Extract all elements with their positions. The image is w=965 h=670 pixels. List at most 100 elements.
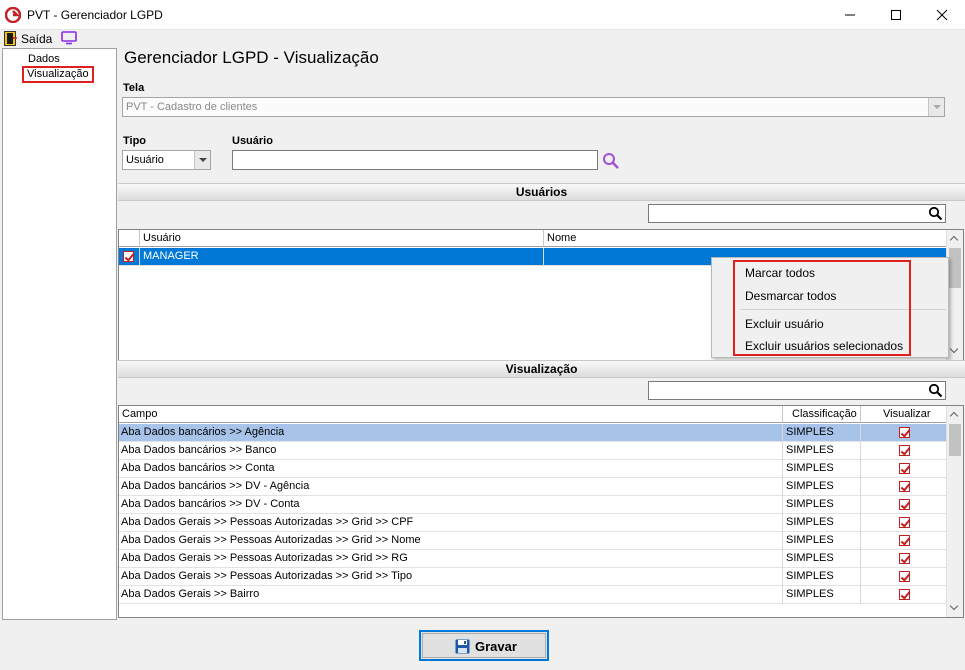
page-title: Gerenciador LGPD - Visualização: [124, 48, 379, 67]
header-visualizar[interactable]: Visualizar: [861, 406, 948, 423]
context-menu: Marcar todos Desmarcar todos Excluir usu…: [711, 257, 949, 358]
table-row[interactable]: Aba Dados Gerais >> Pessoas Autorizadas …: [119, 514, 948, 532]
visualizar-checkbox[interactable]: [899, 463, 910, 474]
row-classificacao: SIMPLES: [783, 550, 861, 568]
row-campo: Aba Dados bancários >> Agência: [119, 424, 783, 442]
visualizacao-grid-header: Campo Classificação Visualizar: [119, 406, 948, 423]
close-button[interactable]: [919, 0, 965, 30]
row-checkbox[interactable]: [123, 251, 134, 262]
visualizar-checkbox[interactable]: [899, 481, 910, 492]
usuarios-search-input[interactable]: [648, 204, 946, 223]
search-icon[interactable]: [602, 152, 620, 170]
minimize-icon: [845, 14, 855, 16]
header-campo[interactable]: Campo: [119, 406, 783, 423]
row-campo: Aba Dados Gerais >> Bairro: [119, 586, 783, 604]
row-visualizar-cell[interactable]: [861, 568, 948, 586]
visualizacao-grid: Campo Classificação Visualizar Aba Dados…: [118, 405, 964, 618]
row-campo: Aba Dados Gerais >> Pessoas Autorizadas …: [119, 568, 783, 586]
scroll-up-icon[interactable]: [947, 230, 963, 247]
header-nome[interactable]: Nome: [544, 230, 948, 247]
search-icon[interactable]: [928, 206, 943, 221]
row-usuario: MANAGER: [140, 248, 544, 266]
visualizar-checkbox[interactable]: [899, 445, 910, 456]
row-classificacao: SIMPLES: [783, 460, 861, 478]
table-row[interactable]: Aba Dados Gerais >> Pessoas Autorizadas …: [119, 550, 948, 568]
visualizar-checkbox[interactable]: [899, 499, 910, 510]
app-logo-icon: [5, 7, 21, 23]
scroll-up-icon[interactable]: [947, 406, 963, 423]
tela-select-value: PVT - Cadastro de clientes: [126, 101, 258, 113]
scroll-thumb[interactable]: [949, 424, 961, 456]
table-row[interactable]: Aba Dados bancários >> DV - Agência SIMPL…: [119, 478, 948, 496]
table-row[interactable]: Aba Dados Gerais >> Bairro SIMPLES: [119, 586, 948, 604]
tela-select[interactable]: PVT - Cadastro de clientes: [122, 97, 945, 117]
row-campo: Aba Dados Gerais >> Pessoas Autorizadas …: [119, 532, 783, 550]
usuarios-section-header: Usuários: [118, 183, 965, 201]
row-visualizar-cell[interactable]: [861, 514, 948, 532]
visualizar-checkbox[interactable]: [899, 553, 910, 564]
sidebar-item-visualizacao[interactable]: Visualização: [22, 66, 94, 83]
row-visualizar-cell[interactable]: [861, 586, 948, 604]
table-row[interactable]: Aba Dados Gerais >> Pessoas Autorizadas …: [119, 568, 948, 586]
row-campo: Aba Dados bancários >> Conta: [119, 460, 783, 478]
row-visualizar-cell[interactable]: [861, 442, 948, 460]
row-classificacao: SIMPLES: [783, 496, 861, 514]
row-visualizar-cell[interactable]: [861, 478, 948, 496]
row-campo: Aba Dados bancários >> DV - Conta: [119, 496, 783, 514]
tipo-select-value: Usuário: [126, 154, 164, 166]
scroll-down-icon[interactable]: [947, 343, 963, 360]
menu-bar: Saída: [0, 30, 965, 48]
search-icon[interactable]: [928, 383, 943, 398]
row-visualizar-cell[interactable]: [861, 550, 948, 568]
visualizar-checkbox[interactable]: [899, 427, 910, 438]
table-row[interactable]: Aba Dados bancários >> DV - Conta SIMPLES: [119, 496, 948, 514]
table-row[interactable]: Aba Dados bancários >> Conta SIMPLES: [119, 460, 948, 478]
header-usuario[interactable]: Usuário: [140, 230, 544, 247]
exit-door-icon: [4, 31, 17, 46]
chevron-down-icon: [928, 98, 944, 116]
visualizacao-scrollbar[interactable]: [946, 406, 963, 617]
highlight-box: [733, 260, 911, 356]
visualizar-checkbox[interactable]: [899, 535, 910, 546]
visualizacao-section-header: Visualização: [118, 360, 965, 378]
sidebar-item-dados[interactable]: Dados: [25, 52, 63, 66]
monitor-icon[interactable]: [61, 31, 77, 45]
scroll-down-icon[interactable]: [947, 600, 963, 617]
row-checkbox-cell[interactable]: [119, 248, 140, 266]
window-title: PVT - Gerenciador LGPD: [27, 8, 163, 22]
visualizar-checkbox[interactable]: [899, 589, 910, 600]
row-visualizar-cell[interactable]: [861, 424, 948, 442]
table-row[interactable]: Aba Dados Gerais >> Pessoas Autorizadas …: [119, 532, 948, 550]
exit-menu-item[interactable]: Saída: [21, 32, 52, 46]
tipo-select[interactable]: Usuário: [122, 150, 211, 170]
visualizar-checkbox[interactable]: [899, 571, 910, 582]
scroll-thumb[interactable]: [949, 248, 961, 288]
table-row[interactable]: Aba Dados bancários >> Agência SIMPLES: [119, 424, 948, 442]
header-classificacao[interactable]: Classificação: [783, 406, 861, 423]
maximize-button[interactable]: [873, 0, 919, 30]
usuario-input[interactable]: [232, 150, 598, 170]
main-panel: Gerenciador LGPD - Visualização Tela PVT…: [117, 48, 965, 620]
floppy-disk-icon: [455, 639, 470, 654]
row-classificacao: SIMPLES: [783, 442, 861, 460]
row-classificacao: SIMPLES: [783, 586, 861, 604]
row-visualizar-cell[interactable]: [861, 496, 948, 514]
row-visualizar-cell[interactable]: [861, 460, 948, 478]
row-visualizar-cell[interactable]: [861, 532, 948, 550]
minimize-button[interactable]: [827, 0, 873, 30]
row-classificacao: SIMPLES: [783, 424, 861, 442]
row-classificacao: SIMPLES: [783, 532, 861, 550]
maximize-icon: [891, 10, 901, 20]
chevron-down-icon: [194, 151, 210, 169]
table-row[interactable]: Aba Dados bancários >> Banco SIMPLES: [119, 442, 948, 460]
row-campo: Aba Dados bancários >> DV - Agência: [119, 478, 783, 496]
row-classificacao: SIMPLES: [783, 514, 861, 532]
header-check-column: [119, 230, 140, 247]
usuario-label: Usuário: [232, 135, 273, 147]
usuarios-grid-header: Usuário Nome: [119, 230, 948, 247]
visualizacao-search-input[interactable]: [648, 381, 946, 400]
visualizar-checkbox[interactable]: [899, 517, 910, 528]
save-button[interactable]: Gravar: [419, 630, 549, 661]
row-campo: Aba Dados Gerais >> Pessoas Autorizadas …: [119, 514, 783, 532]
row-classificacao: SIMPLES: [783, 568, 861, 586]
